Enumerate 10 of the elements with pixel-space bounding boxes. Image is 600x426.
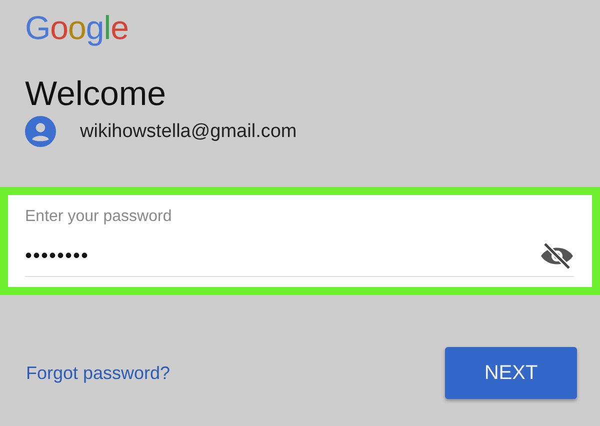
- account-avatar-icon: [25, 116, 56, 147]
- next-button[interactable]: NEXT: [445, 347, 577, 399]
- password-value: ••••••••: [25, 244, 90, 268]
- welcome-title: Welcome: [25, 74, 166, 114]
- eye-slashed-icon[interactable]: [540, 242, 574, 270]
- google-logo: Google: [25, 8, 128, 48]
- forgot-password-link[interactable]: Forgot password?: [26, 362, 170, 384]
- password-label: Enter your password: [25, 208, 172, 226]
- account-email: wikihowstella@gmail.com: [80, 120, 297, 142]
- password-field[interactable]: Enter your password ••••••••: [0, 187, 600, 295]
